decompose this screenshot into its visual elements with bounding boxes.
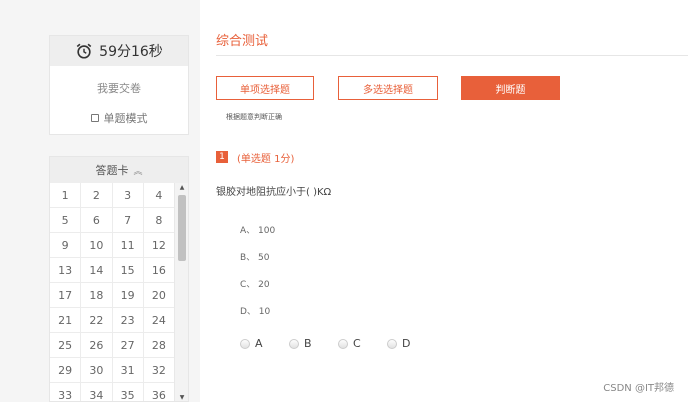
- answer-card-cell[interactable]: 31: [112, 358, 144, 383]
- answer-card-cell[interactable]: 25: [50, 333, 82, 358]
- answer-card-cell[interactable]: 34: [81, 383, 113, 401]
- answer-card-cell[interactable]: 35: [113, 383, 144, 401]
- submit-exam-button[interactable]: 我要交卷: [50, 80, 188, 96]
- answer-card-cell[interactable]: 30: [81, 358, 113, 383]
- answer-radio-group: A B C D: [240, 337, 436, 350]
- watermark: CSDN @IT邦德: [603, 383, 674, 394]
- answer-card-cell[interactable]: 26: [81, 333, 113, 358]
- timer-header: 59分16秒: [50, 36, 188, 66]
- tab-multiple-choice[interactable]: 多选选择题: [338, 76, 438, 100]
- radio-button[interactable]: [289, 338, 299, 349]
- tab-true-false[interactable]: 判断题: [461, 76, 560, 100]
- answer-card-cell[interactable]: 3: [112, 183, 144, 208]
- radio-label: C: [353, 337, 361, 350]
- radio-label: B: [304, 337, 312, 350]
- answer-card-cell[interactable]: 8: [143, 208, 175, 233]
- answer-card-title: 答题卡: [95, 164, 129, 177]
- main-panel: 综合测试 单项选择题 多选选择题 判断题 根据题意判断正确 1 (单选题 1分)…: [200, 0, 688, 402]
- answer-card-panel: 答题卡 ︽ 1 2 3 4 5 6 7 8 9 10 11 12 13 14 15 16 17 18 19 20 21 2…: [49, 156, 189, 402]
- answer-card-cell[interactable]: 4: [143, 183, 175, 208]
- question-text: 银胶对地阻抗应小于( )KΩ: [216, 187, 332, 198]
- answer-card-cell[interactable]: 19: [112, 283, 144, 308]
- answer-card-cell[interactable]: 6: [81, 208, 113, 233]
- radio-button[interactable]: [387, 338, 397, 349]
- answer-card-cell[interactable]: 21: [50, 308, 82, 333]
- answer-card-cell[interactable]: 24: [143, 308, 175, 333]
- answer-card-cell[interactable]: 2: [81, 183, 113, 208]
- answer-card-cell[interactable]: 20: [143, 283, 175, 308]
- answer-card-cell[interactable]: 22: [81, 308, 113, 333]
- timer-panel: 59分16秒 我要交卷 单题模式: [49, 35, 189, 135]
- answer-radio-c[interactable]: C: [338, 337, 387, 350]
- answer-card-cell[interactable]: 33: [50, 383, 82, 401]
- answer-card-cell[interactable]: 15: [112, 258, 144, 283]
- option-text-d: D、 10: [240, 307, 271, 317]
- answer-card-cell[interactable]: 28: [143, 333, 175, 358]
- section-hint: 根据题意判断正确: [226, 113, 282, 121]
- answer-radio-a[interactable]: A: [240, 337, 289, 350]
- answer-card-cell[interactable]: 11: [112, 233, 144, 258]
- answer-card-cell[interactable]: 29: [50, 358, 82, 383]
- question-type-label: (单选题 1分): [237, 154, 295, 165]
- answer-card-header[interactable]: 答题卡 ︽: [50, 157, 188, 183]
- answer-card-cell[interactable]: 14: [81, 258, 113, 283]
- option-text-b: B、 50: [240, 253, 270, 263]
- option-text-c: C、 20: [240, 280, 270, 290]
- scroll-up-arrow-icon[interactable]: ▲: [175, 183, 188, 193]
- answer-card-cell[interactable]: 18: [81, 283, 113, 308]
- answer-card-cell[interactable]: 5: [50, 208, 82, 233]
- page-title: 综合测试: [216, 34, 269, 49]
- answer-card-grid: 1 2 3 4 5 6 7 8 9 10 11 12 13 14 15 16 17 18 19 20 21 22 23 24 2…: [50, 183, 175, 401]
- answer-card-cell[interactable]: 36: [144, 383, 175, 401]
- tab-single-choice[interactable]: 单项选择题: [216, 76, 314, 100]
- answer-radio-b[interactable]: B: [289, 337, 338, 350]
- answer-card-cell[interactable]: 23: [112, 308, 144, 333]
- answer-card-cell[interactable]: 27: [112, 333, 144, 358]
- option-text-a: A、 100: [240, 226, 276, 236]
- double-chevron-up-icon[interactable]: ︽: [133, 164, 142, 177]
- countdown-timer: 59分16秒: [99, 44, 163, 60]
- single-mode-label: 单题模式: [103, 112, 148, 125]
- answer-card-cell[interactable]: 9: [50, 233, 82, 258]
- alarm-clock-icon: [76, 43, 92, 59]
- answer-card-cell[interactable]: 12: [143, 233, 175, 258]
- answer-card-scrollbar[interactable]: ▲ ▼: [174, 183, 188, 401]
- answer-card-cell[interactable]: 17: [50, 283, 82, 308]
- radio-label: D: [402, 337, 411, 350]
- radio-label: A: [255, 337, 263, 350]
- scroll-thumb[interactable]: [178, 195, 186, 261]
- question-number-badge: 1: [216, 151, 228, 163]
- scroll-down-arrow-icon[interactable]: ▼: [175, 393, 188, 401]
- title-divider: [216, 55, 688, 56]
- answer-card-cell[interactable]: 1: [50, 183, 82, 208]
- single-mode-checkbox[interactable]: [90, 114, 99, 122]
- radio-button[interactable]: [338, 338, 348, 349]
- answer-card-cell[interactable]: 13: [50, 258, 82, 283]
- answer-card-cell[interactable]: 32: [143, 358, 175, 383]
- answer-card-cell[interactable]: 10: [81, 233, 113, 258]
- radio-button[interactable]: [240, 338, 250, 349]
- single-mode-toggle[interactable]: 单题模式: [50, 110, 188, 126]
- answer-card-cell[interactable]: 7: [112, 208, 144, 233]
- answer-card-cell[interactable]: 16: [143, 258, 175, 283]
- answer-radio-d[interactable]: D: [387, 337, 436, 350]
